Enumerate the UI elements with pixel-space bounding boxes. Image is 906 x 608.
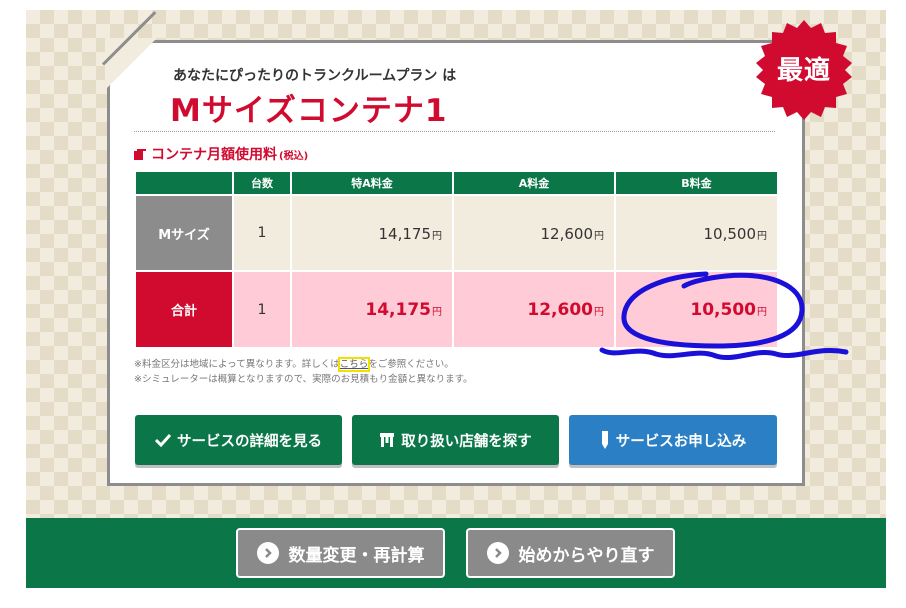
table-row-m-size: Mサイズ 1 14,175円 12,600円 10,500円: [134, 194, 779, 272]
yen-unit: 円: [757, 230, 767, 242]
best-badge-label: 最適: [776, 56, 831, 86]
total-b: 10,500円: [614, 270, 779, 349]
restart-label: 始めからやり直す: [518, 545, 655, 566]
price-value: 12,600: [540, 224, 594, 243]
row-count: 1: [232, 194, 292, 272]
total-a: 12,600円: [452, 270, 616, 349]
tax-included-note: (税込): [279, 150, 309, 162]
apply-service-button[interactable]: サービスお申し込み: [569, 415, 777, 465]
note-line-1: ※料金区分は地域によって異なります。詳しくはこちらをご参照ください。: [134, 357, 473, 372]
service-details-button[interactable]: サービスの詳細を見る: [135, 415, 342, 465]
store-icon: [379, 432, 395, 448]
chevron-circle-icon: [256, 542, 279, 564]
details-link[interactable]: こちら: [337, 357, 371, 372]
yen-unit: 円: [594, 306, 604, 318]
plan-title: Mサイズコンテナ1: [170, 93, 448, 129]
service-details-label: サービスの詳細を見る: [177, 433, 322, 450]
apply-service-label: サービスお申し込み: [615, 433, 747, 450]
monthly-fee-heading-text: コンテナ月額使用料: [151, 147, 277, 163]
chevron-circle-icon: [486, 542, 509, 564]
price-value: 12,600: [527, 299, 593, 320]
yen-unit: 円: [432, 230, 442, 242]
price-a: 12,600円: [452, 194, 616, 272]
footer-bar: [26, 518, 886, 588]
title-divider: [134, 131, 775, 132]
header-special-a: 特A料金: [290, 170, 454, 196]
recalculate-button[interactable]: 数量変更・再計算: [236, 528, 445, 578]
price-value: 10,500: [703, 224, 757, 243]
price-value: 14,175: [365, 299, 431, 320]
find-stores-label: 取り扱い店舗を探す: [401, 433, 532, 450]
price-table: 台数 特A料金 A料金 B料金 Mサイズ 1 14,175円 12,600円 1…: [134, 170, 779, 349]
recalculate-label: 数量変更・再計算: [288, 545, 425, 566]
plan-subtitle: あなたにぴったりのトランクルームプラン は: [173, 68, 457, 84]
price-value: 14,175: [378, 224, 432, 243]
restart-button[interactable]: 始めからやり直す: [466, 528, 675, 578]
row-count: 1: [232, 270, 292, 349]
header-a: A料金: [452, 170, 616, 196]
header-count: 台数: [232, 170, 292, 196]
price-notes: ※料金区分は地域によって異なります。詳しくはこちらをご参照ください。 ※シミュレ…: [134, 357, 473, 387]
row-label: Mサイズ: [134, 194, 234, 272]
table-row-total: 合計 1 14,175円 12,600円 10,500円: [134, 270, 779, 349]
price-table-header: 台数 特A料金 A料金 B料金: [134, 170, 779, 196]
price-special-a: 14,175円: [290, 194, 454, 272]
row-label: 合計: [134, 270, 234, 349]
monthly-fee-heading: コンテナ月額使用料 (税込): [134, 144, 308, 164]
card-folded-corner: [105, 38, 157, 90]
container-icon: [134, 148, 146, 160]
header-blank: [134, 170, 234, 196]
pencil-icon: [600, 431, 610, 449]
price-b: 10,500円: [614, 194, 779, 272]
yen-unit: 円: [594, 230, 604, 242]
header-b: B料金: [614, 170, 779, 196]
total-special-a: 14,175円: [290, 270, 454, 349]
price-value: 10,500: [690, 299, 756, 320]
find-stores-button[interactable]: 取り扱い店舗を探す: [352, 415, 559, 465]
check-icon: [155, 433, 171, 447]
note-line-2: ※シミュレーターは概算となりますので、実際のお見積もり金額と異なります。: [134, 374, 473, 385]
note-text: をご参照ください。: [368, 359, 454, 370]
yen-unit: 円: [757, 306, 767, 318]
note-text: ※料金区分は地域によって異なります。詳しくは: [134, 359, 340, 370]
yen-unit: 円: [432, 306, 442, 318]
